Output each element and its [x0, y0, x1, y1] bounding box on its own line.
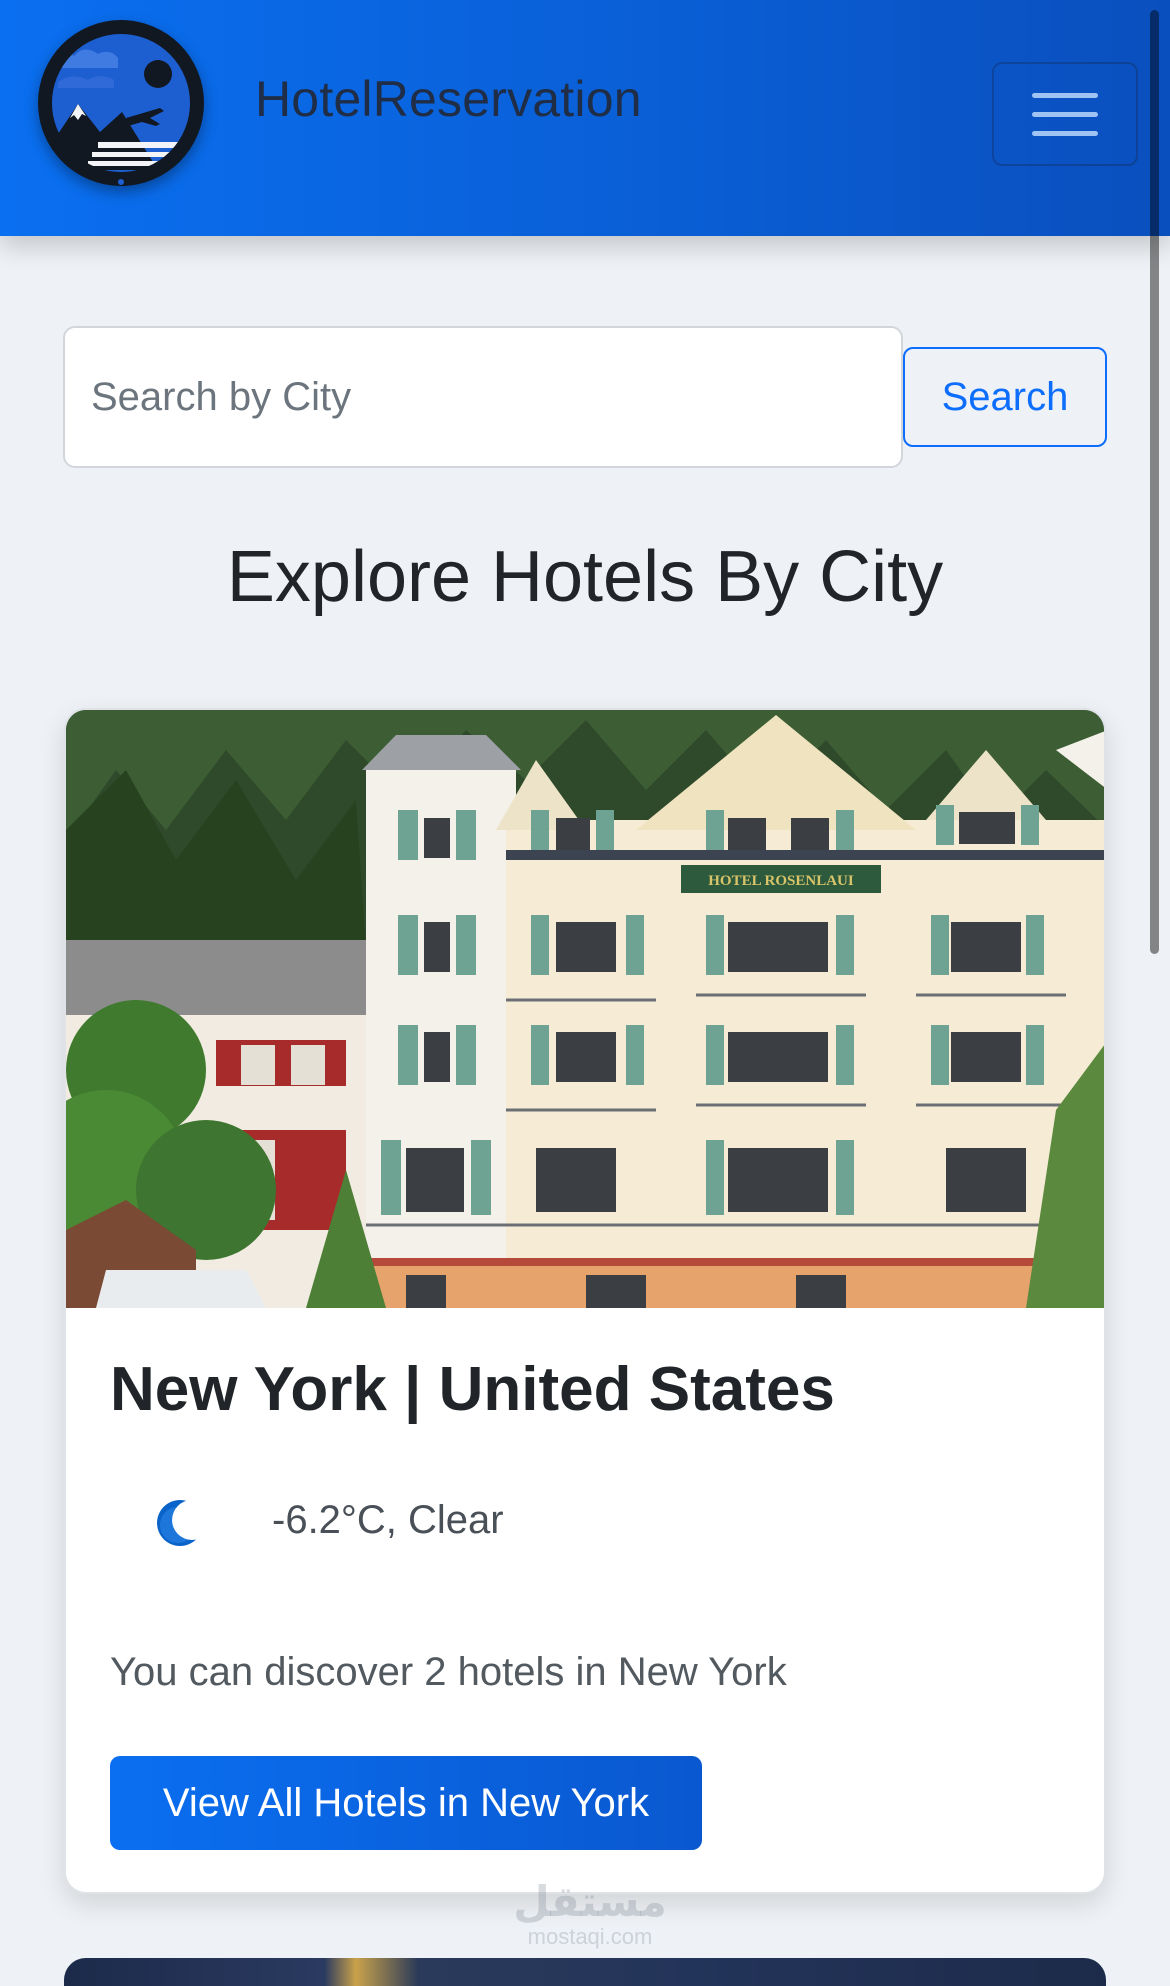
scrollbar[interactable]: [1150, 10, 1159, 954]
travel-landscape-logo-icon[interactable]: [38, 20, 204, 186]
search-button[interactable]: Search: [903, 347, 1107, 447]
watermark: مستقل mostaqi.com: [505, 1880, 675, 1950]
page-title: Explore Hotels By City: [226, 537, 944, 617]
crescent-moon-icon: [157, 1500, 203, 1546]
hotel-image: HOTEL ROSENLAUI: [66, 710, 1104, 1308]
menu-bar: [1032, 130, 1098, 136]
city-title: New York | United States: [110, 1355, 835, 1424]
menu-bar: [1032, 111, 1098, 117]
navbar: HotelReservation: [0, 0, 1170, 236]
view-all-hotels-button[interactable]: View All Hotels in New York: [110, 1756, 702, 1850]
weather-info: -6.2°C, Clear: [272, 1498, 504, 1542]
svg-text:HOTEL ROSENLAUI: HOTEL ROSENLAUI: [708, 873, 854, 889]
watermark-logo: مستقل: [513, 1878, 667, 1925]
brand-name[interactable]: HotelReservation: [255, 70, 642, 128]
search-input[interactable]: [63, 326, 903, 468]
menu-bar: [1032, 92, 1098, 98]
next-city-card[interactable]: [64, 1958, 1106, 1986]
city-card: HOTEL ROSENLAUI New York | United States…: [64, 708, 1106, 1894]
watermark-text: mostaqi.com: [527, 1924, 653, 1949]
hamburger-menu-icon[interactable]: [992, 62, 1138, 166]
hotel-count-text: You can discover 2 hotels in New York: [110, 1650, 787, 1694]
